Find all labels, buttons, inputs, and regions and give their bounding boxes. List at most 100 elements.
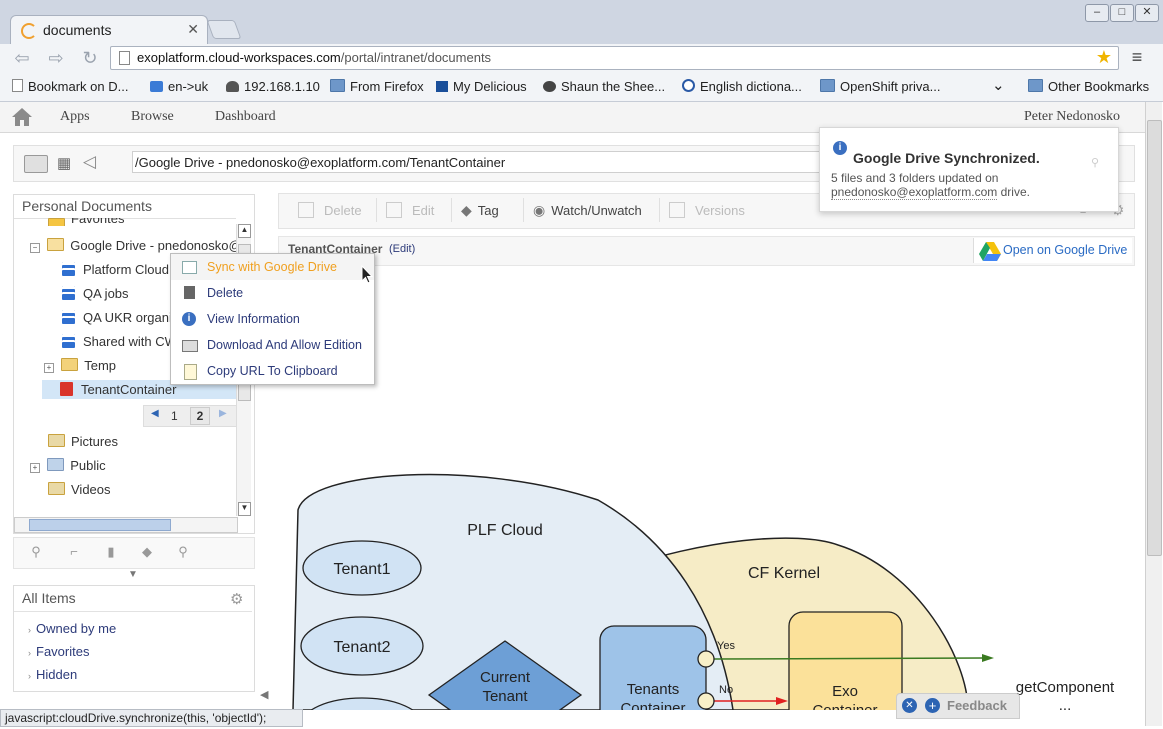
feedback-widget[interactable]: ✕ + Feedback	[896, 693, 1020, 719]
tree-item-temp[interactable]: + Temp	[44, 358, 116, 373]
minimize-button[interactable]: –	[1085, 4, 1109, 22]
nav-apps[interactable]: Apps	[60, 109, 90, 125]
bookmark-item[interactable]: Bookmark on D...	[12, 79, 128, 94]
hscroll-thumb[interactable]	[29, 519, 171, 531]
open-on-google-drive-button[interactable]: Open on Google Drive	[973, 238, 1132, 263]
grid-view-icon[interactable]: ▦	[57, 154, 71, 172]
tree-item-favorites[interactable]: Favorites	[48, 218, 168, 226]
reload-icon[interactable]: ↻	[78, 47, 102, 69]
back-icon[interactable]: ⇦	[10, 47, 34, 69]
feedback-label: Feedback	[947, 698, 1007, 713]
bookmark-folder[interactable]: Other Bookmarks	[1028, 79, 1149, 94]
notification-account-link[interactable]: pnedonosko@exoplatform.com	[831, 185, 998, 200]
expand-icon[interactable]: +	[30, 463, 40, 473]
filter-hidden[interactable]: › Hidden	[28, 667, 77, 682]
menu-copy-url[interactable]: Copy URL To Clipboard	[171, 358, 374, 384]
diagram-preview: PLF Cloud CF Kernel Tenant1 Tenant2 Curr…	[292, 473, 1115, 710]
current-tenant-label-3: context	[481, 707, 530, 710]
pictures-folder-icon	[48, 434, 65, 447]
sitemap-icon[interactable]: ⚲	[28, 544, 44, 560]
edit-title-link[interactable]: (Edit)	[389, 243, 415, 255]
no-port	[697, 692, 715, 710]
filter-owned-by-me[interactable]: › Owned by me	[28, 621, 116, 636]
menu-download-allow-edition[interactable]: Download And Allow Edition	[171, 332, 374, 358]
scroll-up-icon[interactable]: ▲	[238, 224, 251, 238]
page-1[interactable]: 1	[171, 409, 178, 423]
tree-item-file[interactable]: Shared with CW	[62, 334, 177, 349]
collapse-icon[interactable]: −	[30, 243, 40, 253]
bookmark-folder[interactable]: From Firefox	[330, 79, 424, 94]
plus-icon[interactable]: +	[925, 698, 940, 713]
bookmark-item[interactable]: English dictiona...	[682, 79, 802, 94]
list-view-icon[interactable]	[24, 155, 48, 173]
folder-icon	[820, 79, 835, 92]
versions-action[interactable]: Versions	[669, 202, 745, 218]
delicious-icon	[436, 81, 448, 92]
tag-icon[interactable]: ◆	[139, 544, 155, 560]
search-icon[interactable]: ⚲	[175, 544, 191, 560]
delete-action[interactable]: Delete	[298, 202, 362, 218]
tree-item-google-drive[interactable]: − Google Drive - pnedonosko@e	[30, 238, 249, 253]
page-scrollbar[interactable]	[1145, 102, 1162, 726]
exo-container-label-1: Exo	[832, 683, 858, 700]
nav-browse[interactable]: Browse	[131, 109, 174, 125]
bookmark-item[interactable]: Shaun the Shee...	[543, 79, 665, 94]
close-tab-icon[interactable]: ✕	[187, 21, 199, 38]
menu-sync-google-drive[interactable]: Sync with Google Drive	[171, 254, 374, 280]
browser-tab[interactable]: documents ✕	[10, 15, 208, 45]
user-name[interactable]: Peter Nedonosko	[1024, 109, 1120, 125]
browser-status-bar: javascript:cloudDrive.synchronize(this, …	[0, 709, 303, 727]
tree-item-file[interactable]: Platform Cloud 1	[62, 262, 180, 277]
back-arrow-icon[interactable]: ◁	[83, 152, 96, 172]
scrollbar-thumb[interactable]	[1147, 120, 1162, 556]
browser-menu-icon[interactable]: ≡	[1128, 48, 1146, 66]
next-page-icon[interactable]: ▶	[219, 408, 227, 419]
close-icon[interactable]: ✕	[902, 698, 917, 713]
menu-delete[interactable]: Delete	[171, 280, 374, 306]
close-window-button[interactable]: ✕	[1135, 4, 1159, 22]
drawing-icon	[60, 382, 73, 396]
bookmark-folder[interactable]: OpenShift priva...	[820, 79, 940, 94]
tree-item-pictures[interactable]: Pictures	[48, 434, 118, 449]
edit-action[interactable]: Edit	[386, 202, 434, 218]
collapse-left-icon[interactable]: ◀	[260, 688, 268, 701]
page-2[interactable]: 2	[190, 407, 210, 425]
chevron-down-icon[interactable]: ⌄	[992, 76, 1005, 94]
tree-item-public[interactable]: + Public	[30, 458, 106, 473]
eye-icon: ◉	[533, 202, 546, 218]
sync-notification[interactable]: i Google Drive Synchronized. 5 files and…	[819, 127, 1119, 212]
tree-hscrollbar[interactable]	[14, 517, 238, 533]
filter-favorites[interactable]: › Favorites	[28, 644, 89, 659]
bookmark-item[interactable]: My Delicious	[436, 79, 527, 94]
home-icon[interactable]	[10, 106, 34, 128]
forward-icon[interactable]: ⇨	[44, 47, 68, 69]
computer-icon	[182, 340, 198, 352]
bookmark-star-icon[interactable]: ★	[1096, 47, 1112, 68]
notification-title: Google Drive Synchronized.	[853, 150, 1040, 166]
tree-item-file[interactable]: QA jobs	[62, 286, 129, 301]
clipboard-icon[interactable]: ▮	[103, 544, 119, 560]
expand-icon[interactable]: +	[44, 363, 54, 373]
server-icon	[226, 81, 239, 92]
left-panel-tabs	[13, 537, 255, 569]
menu-view-information[interactable]: i View Information	[171, 306, 374, 332]
address-bar[interactable]: exoplatform.cloud-workspaces.com/portal/…	[110, 46, 1119, 70]
maximize-button[interactable]: □	[1110, 4, 1134, 22]
tree-item-file[interactable]: QA UKR organiz	[62, 310, 178, 325]
watch-action[interactable]: ◉ Watch/Unwatch	[533, 202, 642, 219]
relations-icon[interactable]: ⌐	[66, 544, 82, 560]
tag-icon: ◆	[461, 202, 472, 218]
tree-item-tenantcontainer[interactable]: TenantContainer	[60, 382, 176, 397]
bookmark-item[interactable]: 192.168.1.10	[226, 79, 320, 94]
nav-dashboard[interactable]: Dashboard	[215, 109, 276, 125]
bookmark-item[interactable]: en->uk	[150, 79, 208, 94]
collapse-down-icon[interactable]: ▼	[128, 569, 138, 580]
scroll-down-icon[interactable]: ▼	[238, 502, 251, 516]
tree-item-videos[interactable]: Videos	[48, 482, 111, 497]
gear-icon[interactable]: ⚙	[230, 590, 243, 608]
translate-icon	[150, 81, 163, 92]
document-icon	[62, 286, 75, 300]
tag-action[interactable]: ◆ Tag	[461, 202, 499, 219]
yes-port	[697, 650, 715, 668]
prev-page-icon[interactable]: ◀	[151, 408, 159, 419]
